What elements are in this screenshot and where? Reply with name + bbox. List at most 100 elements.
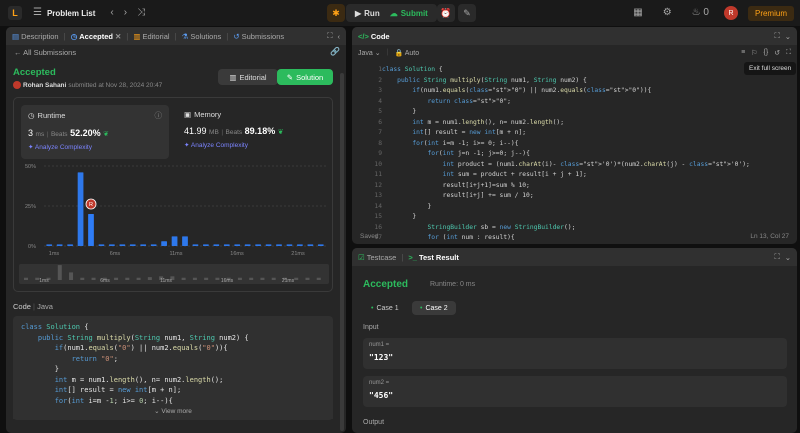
editorial-button[interactable]: ▥ Editorial xyxy=(218,69,278,85)
tab-submissions[interactable]: ↺ Submissions xyxy=(233,32,284,41)
history-icon: ↺ xyxy=(233,31,240,41)
avatar[interactable]: R xyxy=(723,6,738,20)
submit-button[interactable]: ☁ Submit xyxy=(390,9,428,18)
overview-bar xyxy=(305,277,310,280)
runtime-distribution-chart: 50% 25% 0% R 1ms 6ms 11ms 16ms 21ms 1ms 6ms 11ms 16m… xyxy=(19,164,329,284)
chart-bar xyxy=(297,244,303,246)
runtime-beats: 52.20% xyxy=(70,128,101,138)
overview-bar xyxy=(192,277,197,280)
code-header: Code | Java xyxy=(13,302,53,311)
overview-bar xyxy=(249,277,254,280)
close-tab-icon[interactable]: ✕ xyxy=(115,32,121,41)
chart-bar xyxy=(192,244,199,246)
debug-icon[interactable]: ✱ xyxy=(327,4,345,22)
tab-test-result[interactable]: >_ Test Result xyxy=(408,253,458,262)
line-number: 7 xyxy=(378,129,382,136)
leaf-icon: ❦ xyxy=(103,131,109,138)
tab-description[interactable]: ▤ Description xyxy=(12,32,59,41)
problem-list-link[interactable]: Problem List xyxy=(47,9,95,18)
maximize-icon[interactable]: ⛶ xyxy=(774,252,779,262)
submitter-name[interactable]: Rohan Sahani xyxy=(23,82,66,89)
share-link-icon[interactable]: 🔗 xyxy=(330,47,340,56)
memory-card[interactable]: ▣ Memory 41.99 MB | Beats 89.18% ❦ ✦ Anal… xyxy=(177,105,325,159)
analyze-complexity-link[interactable]: ✦ Analyze Complexity xyxy=(184,141,318,149)
overview-label: 11ms xyxy=(160,278,172,284)
tab-editorial[interactable]: ▥ Editorial xyxy=(133,32,169,41)
cursor-position: Ln 13, Col 27 xyxy=(750,233,789,240)
auto-mode[interactable]: 🔒 Auto xyxy=(394,49,419,57)
maximize-icon[interactable]: ⛶ xyxy=(327,31,332,41)
braces-icon[interactable]: {} xyxy=(764,49,769,56)
bookmark-icon[interactable]: ⚐ xyxy=(751,49,757,57)
note-icon[interactable]: ✎ xyxy=(458,4,476,22)
code-editor[interactable]: class Solution { public String multiply(… xyxy=(382,65,750,244)
streak-fire[interactable]: ♨ 0 xyxy=(692,8,709,18)
minimize-icon[interactable]: ⛶ xyxy=(774,31,779,41)
info-icon[interactable]: ⓘ xyxy=(155,110,163,121)
collapse-icon[interactable]: ⌄ xyxy=(785,253,791,262)
settings-gear-icon[interactable]: ⚙ xyxy=(663,8,672,18)
format-icon[interactable]: ≡ xyxy=(741,49,745,56)
chart-bar xyxy=(119,244,126,246)
scrollbar[interactable] xyxy=(340,73,344,431)
back-to-submissions[interactable]: ← All Submissions xyxy=(14,48,76,57)
view-more-button[interactable]: ⌄ View more xyxy=(13,403,333,419)
solution-button[interactable]: ✎ Solution xyxy=(277,69,333,85)
run-button[interactable]: ▶ Run xyxy=(355,9,380,18)
reset-icon[interactable]: ↺ xyxy=(774,49,780,57)
case-1-tab[interactable]: • Case 1 xyxy=(363,301,407,315)
code-line: } xyxy=(382,108,417,115)
collapse-icon[interactable]: ‹ xyxy=(338,32,341,41)
line-number: 1 xyxy=(378,66,382,73)
premium-button[interactable]: Premium xyxy=(747,5,794,21)
runtime-card[interactable]: ◷ Runtime ⓘ 3 ms | Beats 52.20% ❦ ✦ Analyz… xyxy=(21,105,169,159)
code-line: int[] result = new int[m + n]; xyxy=(54,386,182,394)
line-number: 13 xyxy=(374,192,382,199)
line-number: 12 xyxy=(374,181,382,189)
result-status: Accepted xyxy=(363,279,409,290)
x-tick-label: 11ms xyxy=(169,251,182,257)
code-line: } xyxy=(382,213,417,220)
book-icon: ▥ xyxy=(133,31,141,41)
chart-bar xyxy=(244,244,251,246)
x-tick-label: 16ms xyxy=(230,251,244,257)
language-select[interactable]: Java ⌄ xyxy=(358,49,381,57)
line-number: 2 xyxy=(378,76,382,84)
line-number: 9 xyxy=(378,150,382,157)
chart-bar xyxy=(255,244,261,246)
chart-bar xyxy=(182,236,188,246)
top-right-group: ▦ ⚙ ♨ 0 R Premium xyxy=(628,4,794,22)
prev-icon[interactable]: ‹ xyxy=(110,8,113,18)
code-line: if(num1.equals(class="st">"0") || num2.e… xyxy=(412,87,652,94)
leetcode-logo-icon[interactable]: L xyxy=(8,6,22,20)
tab-solutions[interactable]: ⚗ Solutions xyxy=(182,32,222,41)
chevron-down-icon: ⌄ xyxy=(154,408,160,415)
chart-bar xyxy=(276,244,282,246)
check-box-icon: ☑ xyxy=(358,252,365,262)
overview-bar xyxy=(80,277,85,280)
analyze-complexity-link[interactable]: ✦ Analyze Complexity xyxy=(28,143,162,151)
overview-bar xyxy=(147,277,152,280)
output-label: Output xyxy=(363,419,385,426)
tab-accepted[interactable]: ◷ Accepted ✕ xyxy=(71,32,122,41)
code-line: public String multiply(String num1, Stri… xyxy=(397,76,587,84)
layout-grid-icon[interactable]: ▦ xyxy=(633,8,642,18)
tab-code[interactable]: </> Code xyxy=(358,32,390,41)
list-icon[interactable]: ☰ xyxy=(33,8,42,18)
chart-bar xyxy=(56,244,63,246)
fullscreen-icon[interactable]: ⛶ xyxy=(786,49,791,57)
collapse-icon[interactable]: ⌄ xyxy=(785,32,791,41)
tooltip: Exit full screen xyxy=(744,62,797,75)
flask-icon: ⚗ xyxy=(181,31,189,41)
shuffle-icon[interactable]: ⤨ xyxy=(137,8,145,18)
overview-bar xyxy=(316,277,321,280)
case-2-tab[interactable]: • Case 2 xyxy=(412,301,456,315)
code-line: return "0"; xyxy=(71,354,118,363)
next-icon[interactable]: › xyxy=(124,8,127,18)
tab-testcase[interactable]: ☑ Testcase xyxy=(358,253,396,262)
submitter-info: Rohan Sahani submitted at Nov 28, 2024 2… xyxy=(13,81,162,89)
chart-bar xyxy=(317,244,324,246)
alarm-icon[interactable]: ⏰ xyxy=(437,4,455,22)
chart-bar xyxy=(171,236,178,246)
chart-bar xyxy=(286,244,293,246)
